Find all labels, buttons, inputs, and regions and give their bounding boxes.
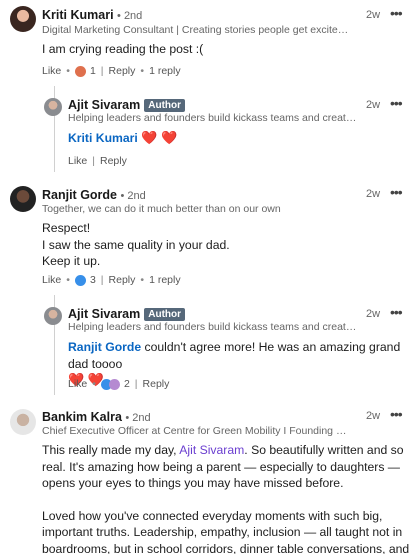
degree-badge: • 2nd: [117, 10, 143, 22]
mention-link[interactable]: Ajit Sivaram: [179, 443, 244, 457]
heart-emoji: ❤️ ❤️: [141, 130, 178, 145]
replies-count[interactable]: 1 reply: [149, 274, 181, 286]
commenter-name[interactable]: Ajit Sivaram Author: [68, 307, 186, 321]
timestamp: 2w: [366, 99, 381, 111]
love-reaction-icon: [74, 65, 86, 77]
like-button[interactable]: Like: [42, 274, 61, 286]
like-reaction-icon: [74, 274, 86, 286]
comment-kriti: Kriti Kumari • 2nd Digital Marketing Con…: [0, 0, 418, 178]
avatar[interactable]: [44, 98, 62, 116]
reaction-count[interactable]: 1: [90, 65, 96, 77]
reply-button[interactable]: Reply: [109, 65, 136, 77]
reply-actions: Like • 2 | Reply: [68, 378, 170, 390]
more-options-icon[interactable]: •••: [390, 6, 403, 20]
avatar[interactable]: [10, 186, 36, 212]
reaction-count[interactable]: 2: [124, 378, 130, 390]
more-options-icon[interactable]: •••: [390, 407, 403, 421]
degree-badge: • 2nd: [120, 190, 146, 202]
comment-actions: Like • 1 | Reply • 1 reply: [42, 65, 181, 77]
replies-count[interactable]: 1 reply: [149, 65, 181, 77]
comment-text: This really made my day, Ajit Sivaram. S…: [42, 443, 410, 554]
like-button[interactable]: Like: [42, 65, 61, 77]
mention-link[interactable]: Ranjit Gorde: [68, 340, 141, 354]
commenter-headline: Digital Marketing Consultant | Creating …: [42, 24, 352, 36]
commenter-headline: Chief Executive Officer at Centre for Gr…: [42, 425, 352, 437]
support-reaction-icon: [108, 378, 120, 390]
comment-text: I am crying reading the post :(: [42, 42, 204, 56]
commenter-headline: Helping leaders and founders build kicka…: [68, 112, 358, 124]
avatar[interactable]: [10, 409, 36, 435]
reply-actions: Like | Reply: [68, 155, 127, 167]
like-button[interactable]: Like: [68, 155, 87, 167]
commenter-headline: Helping leaders and founders build kicka…: [68, 321, 358, 333]
timestamp: 2w: [366, 9, 381, 21]
commenter-name[interactable]: Ranjit Gorde • 2nd: [42, 188, 146, 202]
more-options-icon[interactable]: •••: [390, 185, 403, 199]
reaction-count[interactable]: 3: [90, 274, 96, 286]
reply-button[interactable]: Reply: [109, 274, 136, 286]
timestamp: 2w: [366, 410, 381, 422]
comment-actions: Like • 3 | Reply • 1 reply: [42, 274, 181, 286]
more-options-icon[interactable]: •••: [390, 96, 403, 110]
author-badge: Author: [144, 308, 186, 321]
timestamp: 2w: [366, 188, 381, 200]
comment-ranjit: Ranjit Gorde • 2nd Together, we can do i…: [0, 178, 418, 400]
comment-bankim: Bankim Kalra • 2nd Chief Executive Offic…: [0, 400, 418, 554]
more-options-icon[interactable]: •••: [390, 305, 403, 319]
commenter-headline: Together, we can do it much better than …: [42, 203, 281, 215]
avatar[interactable]: [44, 307, 62, 325]
author-badge: Author: [144, 99, 186, 112]
reply-text: Kriti Kumari ❤️ ❤️: [68, 130, 177, 147]
commenter-name[interactable]: Kriti Kumari • 2nd: [42, 8, 142, 22]
avatar[interactable]: [10, 6, 36, 32]
timestamp: 2w: [366, 308, 381, 320]
comment-text: Respect! I saw the same quality in your …: [42, 221, 230, 269]
like-button[interactable]: Like: [68, 378, 87, 390]
commenter-name[interactable]: Bankim Kalra • 2nd: [42, 410, 151, 424]
mention-link[interactable]: Kriti Kumari: [68, 131, 138, 145]
reply-button[interactable]: Reply: [100, 155, 127, 167]
commenter-name[interactable]: Ajit Sivaram Author: [68, 98, 186, 112]
degree-badge: • 2nd: [125, 412, 151, 424]
reply-button[interactable]: Reply: [143, 378, 170, 390]
